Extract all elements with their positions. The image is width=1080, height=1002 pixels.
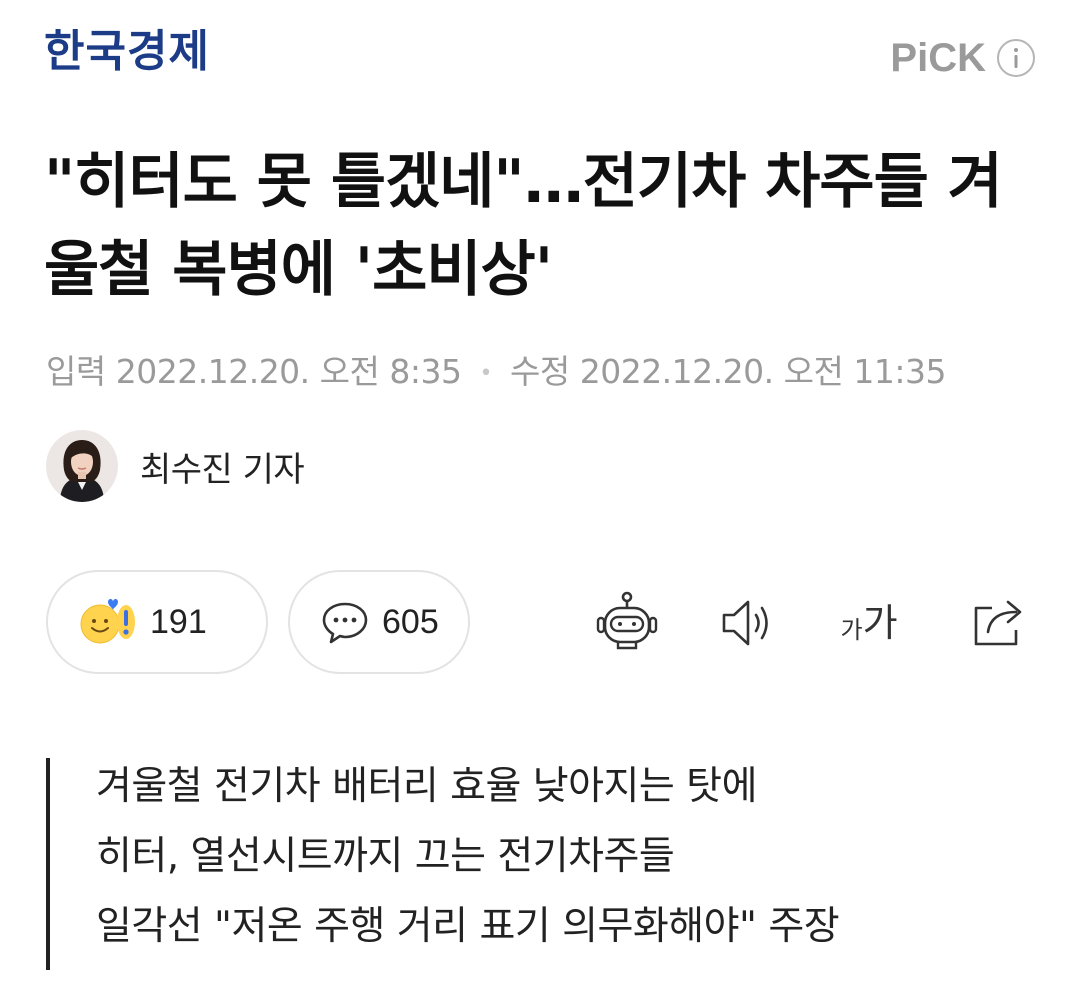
reaction-emoji-icon	[80, 599, 135, 644]
author-avatar[interactable]	[46, 430, 118, 502]
reaction-count: 191	[150, 602, 207, 641]
article-title: "히터도 못 틀겠네"…전기차 차주들 겨울철 복병에 '초비상'	[44, 147, 1003, 305]
article-action-bar: 191 605 가 가	[46, 570, 1036, 678]
article-header: 한국경제 PiCK	[0, 0, 1080, 120]
speaker-icon	[722, 600, 768, 646]
font-size-button[interactable]: 가 가	[836, 590, 902, 656]
summary-line: 겨울철 전기차 배터리 효율 낮아지는 탓에	[96, 764, 757, 809]
share-icon	[974, 600, 1022, 646]
article-dateline: 입력 2022.12.20. 오전 8:35 • 수정 2022.12.20. …	[46, 350, 946, 396]
press-logo[interactable]: 한국경제	[44, 30, 210, 74]
comment-bubble-icon	[322, 602, 368, 644]
summary-bot-button[interactable]	[594, 590, 660, 656]
author-name[interactable]: 최수진 기자	[140, 442, 305, 491]
font-size-small-glyph: 가	[840, 616, 863, 644]
share-button[interactable]	[966, 590, 1032, 656]
summary-line: 히터, 열선시트까지 끄는 전기차주들	[96, 834, 675, 879]
published-label: 입력	[46, 352, 106, 391]
summary-line: 일각선 "저온 주행 거리 표기 의무화해야" 주장	[96, 904, 840, 949]
summary-bot-icon	[596, 591, 658, 650]
modified-date: 2022.12.20. 오전 11:35	[579, 352, 947, 391]
author-block[interactable]: 최수진 기자	[46, 430, 305, 502]
text-to-speech-button[interactable]	[716, 590, 782, 656]
modified-label: 수정	[509, 352, 570, 391]
pick-badge: PiCK	[890, 38, 1036, 78]
font-size-icon: 가 가	[840, 604, 897, 642]
comment-button[interactable]: 605	[288, 570, 470, 674]
font-size-large-glyph: 가	[862, 601, 898, 645]
published-date: 2022.12.20. 오전 8:35	[115, 352, 462, 391]
comment-count: 605	[382, 602, 439, 641]
pick-label: PiCK	[890, 36, 986, 80]
reaction-button[interactable]: 191	[46, 570, 268, 674]
article-summary: 겨울철 전기차 배터리 효율 낮아지는 탓에 히터, 열선시트까지 끄는 전기차…	[46, 758, 1036, 970]
info-icon[interactable]	[996, 38, 1036, 78]
dateline-separator: •	[479, 360, 492, 386]
